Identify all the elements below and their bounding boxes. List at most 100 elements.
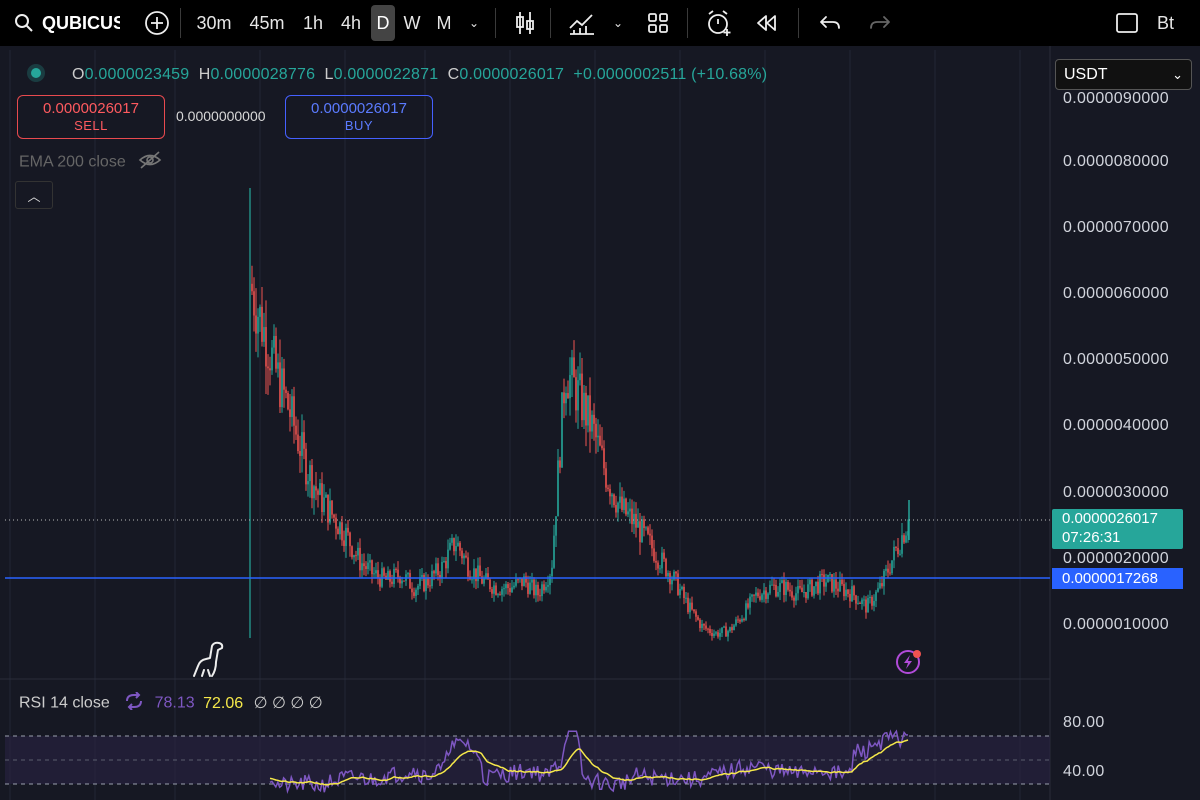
horizontal-line-tag[interactable]: 0.0000017268 — [1052, 568, 1183, 589]
candle-body — [529, 582, 531, 594]
candle-body — [465, 555, 467, 558]
candle-body — [739, 619, 741, 622]
candle-body — [609, 488, 611, 497]
candle-body — [551, 567, 553, 577]
candle-body — [361, 563, 363, 571]
candle-body — [413, 592, 415, 596]
timeframe-d[interactable]: D — [371, 5, 395, 41]
candle-body — [415, 589, 417, 596]
candle-body — [759, 596, 761, 600]
candle-body — [411, 588, 413, 593]
candle-body — [257, 316, 259, 334]
candle-body — [589, 395, 591, 432]
candle-body — [695, 611, 697, 617]
candle-body — [859, 603, 861, 605]
symbol-name[interactable]: QUBICUS — [42, 5, 120, 41]
fullscreen-icon[interactable] — [1113, 5, 1141, 41]
candle-body — [829, 574, 831, 576]
candle-body — [681, 586, 683, 590]
add-symbol-icon[interactable] — [144, 5, 170, 41]
candle-body — [849, 593, 851, 602]
undo-icon[interactable] — [813, 5, 847, 41]
candle-body — [721, 627, 723, 633]
candle-body — [785, 581, 787, 595]
timeframe-w[interactable]: W — [397, 5, 427, 41]
candle-body — [711, 633, 713, 637]
timeframe-45m[interactable]: 45m — [243, 5, 291, 41]
indicators-icon[interactable] — [565, 5, 599, 41]
currency-select[interactable]: USDT ⌄ — [1055, 59, 1192, 90]
candle-body — [763, 590, 765, 595]
buy-button[interactable]: 0.0000026017 BUY — [285, 95, 433, 139]
candle-body — [719, 632, 721, 637]
candle-body — [627, 511, 629, 515]
candle-body — [461, 550, 463, 559]
candle-body — [367, 562, 369, 570]
candle-body — [715, 632, 717, 634]
candle-body — [293, 396, 295, 426]
candle-body — [373, 573, 375, 575]
candle-body — [597, 435, 599, 438]
search-icon[interactable] — [14, 5, 34, 41]
indicators-chevron-down-icon[interactable]: ⌄ — [607, 5, 629, 41]
lightning-alert-icon[interactable] — [896, 650, 921, 674]
timeframe-chevron-down-icon[interactable]: ⌄ — [463, 5, 485, 41]
candle-body — [495, 585, 497, 595]
low-label: L — [324, 66, 334, 83]
candle-body — [267, 366, 269, 369]
candle-body — [425, 577, 427, 592]
layout-grid-icon[interactable] — [643, 5, 673, 41]
candle-body — [561, 392, 563, 468]
ema-indicator-label[interactable]: EMA 200 close — [19, 151, 162, 174]
candle-body — [283, 368, 285, 390]
redo-icon[interactable] — [863, 5, 897, 41]
candle-body — [467, 557, 469, 577]
candle-body — [329, 500, 331, 523]
candle-body — [603, 448, 605, 469]
candle-body — [471, 579, 473, 581]
candle-body — [727, 631, 729, 637]
candle-body — [767, 593, 769, 599]
ema-label-text: EMA 200 close — [19, 153, 126, 171]
candle-body — [769, 584, 771, 594]
candle-body — [903, 535, 905, 543]
candle-body — [505, 584, 507, 589]
candle-body — [537, 584, 539, 596]
collapse-legend-button[interactable]: ︿ — [15, 181, 53, 209]
candle-body — [611, 494, 613, 497]
candle-body — [811, 579, 813, 596]
candle-body — [417, 585, 419, 590]
candle-body — [259, 306, 261, 317]
timeframe-4h[interactable]: 4h — [333, 5, 369, 41]
candle-body — [799, 586, 801, 588]
timeframe-1h[interactable]: 1h — [295, 5, 331, 41]
candle-body — [725, 626, 727, 637]
candle-type-icon[interactable] — [510, 5, 540, 41]
candle-body — [391, 581, 393, 584]
sell-button[interactable]: 0.0000026017 SELL — [17, 95, 165, 139]
candle-body — [345, 527, 347, 547]
candle-body — [661, 552, 663, 569]
rsi-legend[interactable]: RSI 14 close 78.13 72.06 ∅ ∅ ∅ ∅ — [19, 691, 323, 715]
last-price-tag: 0.0000026017 07:26:31 — [1052, 509, 1183, 549]
add-alert-icon[interactable] — [702, 5, 736, 41]
candle-body — [847, 589, 849, 594]
candle-body — [541, 584, 543, 597]
toolbar-right-text[interactable]: Bt — [1157, 5, 1177, 41]
candle-body — [349, 532, 351, 547]
candle-body — [735, 619, 737, 626]
candle-body — [583, 392, 585, 421]
candle-body — [337, 528, 339, 535]
candle-body — [745, 603, 747, 620]
refresh-icon[interactable] — [124, 691, 144, 715]
eye-hidden-icon[interactable] — [138, 151, 162, 174]
timeframe-30m[interactable]: 30m — [191, 5, 237, 41]
replay-icon[interactable] — [750, 5, 784, 41]
candle-body — [503, 588, 505, 590]
candle-body — [311, 465, 313, 499]
timeframe-m[interactable]: M — [427, 5, 461, 41]
dinosaur-icon — [193, 641, 224, 677]
candle-body — [777, 591, 779, 597]
price-axis-label: 0.0000050000 — [1063, 351, 1169, 368]
candle-body — [639, 521, 641, 543]
